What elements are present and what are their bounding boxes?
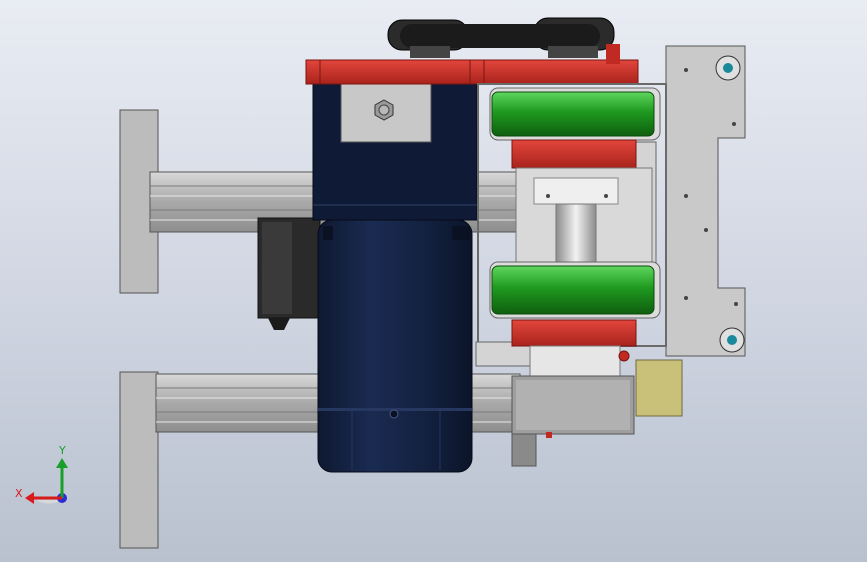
x-axis-label: X <box>15 487 23 500</box>
y-axis-label: Y <box>58 444 66 457</box>
cad-viewport[interactable]: Y X <box>0 0 867 562</box>
axis-triad: Y X <box>15 444 68 504</box>
